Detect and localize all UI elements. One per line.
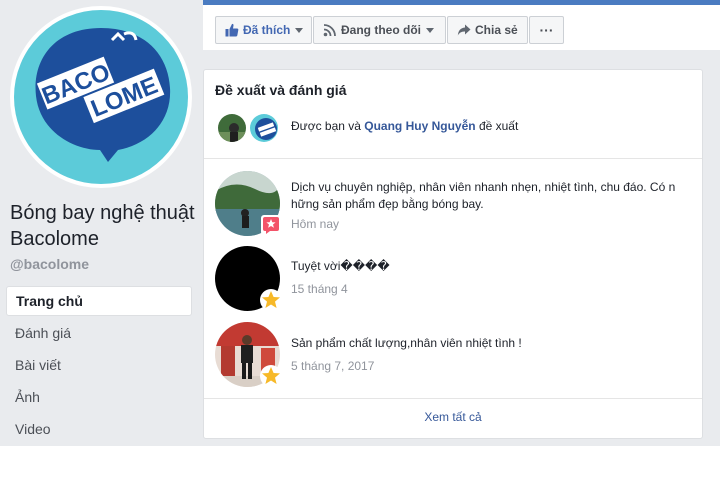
- rec-suffix: đề xuất: [475, 119, 519, 133]
- page-username: @bacolome: [10, 256, 90, 272]
- nav-item-posts[interactable]: Bài viết: [6, 350, 192, 382]
- share-arrow-icon: [457, 24, 471, 36]
- nav-item-videos[interactable]: Video: [6, 414, 192, 446]
- review-text: Tuyệt vời����: [291, 259, 390, 273]
- following-button-label: Đang theo dõi: [341, 23, 421, 37]
- review-date[interactable]: 15 tháng 4: [291, 282, 348, 296]
- more-options-icon: ···: [539, 22, 554, 38]
- nav-item-reviews[interactable]: Đánh giá: [6, 318, 192, 350]
- chevron-down-icon: [426, 27, 434, 33]
- page-mini-avatar[interactable]: [248, 112, 280, 144]
- following-button[interactable]: Đang theo dõi: [313, 16, 446, 44]
- bacolome-logo: BACO LOME: [14, 10, 188, 184]
- recommendations-card: Đề xuất và đánh giá Được bạn và Quang Hu…: [203, 69, 703, 439]
- star-badge-icon: [260, 289, 282, 311]
- share-button-label: Chia sẻ: [475, 23, 518, 37]
- rss-icon: [323, 24, 336, 37]
- sidebar-nav: Trang chủ Đánh giá Bài viết Ảnh Video: [6, 286, 192, 446]
- liked-button-label: Đã thích: [243, 23, 291, 37]
- see-all-link[interactable]: Xem tất cả: [204, 410, 702, 424]
- nav-item-home[interactable]: Trang chủ: [6, 286, 192, 316]
- recommended-by-row: Được bạn và Quang Huy Nguyễn đề xuất: [216, 110, 696, 146]
- page-profile-picture[interactable]: BACO LOME: [10, 6, 192, 188]
- star-badge-icon: [260, 365, 282, 387]
- friend-avatar[interactable]: [216, 112, 248, 144]
- share-button[interactable]: Chia sẻ: [447, 16, 528, 44]
- nav-item-photos[interactable]: Ảnh: [6, 382, 192, 414]
- divider: [204, 158, 702, 159]
- friend-name-link[interactable]: Quang Huy Nguyễn: [364, 119, 475, 133]
- recommend-badge-icon: [260, 214, 282, 236]
- chevron-down-icon: [295, 27, 304, 33]
- more-options-button[interactable]: ···: [529, 16, 564, 44]
- card-title: Đề xuất và đánh giá: [215, 82, 347, 98]
- review-text: Sản phẩm chất lượng,nhân viên nhiệt tình…: [291, 336, 522, 350]
- recommended-by-text: Được bạn và Quang Huy Nguyễn đề xuất: [291, 119, 518, 133]
- review-text: Dịch vụ chuyên nghiệp, nhân viên nhanh n…: [291, 180, 676, 211]
- divider: [204, 398, 702, 399]
- liked-button[interactable]: Đã thích: [215, 16, 312, 44]
- review-date[interactable]: 5 tháng 7, 2017: [291, 359, 374, 373]
- review-date[interactable]: Hôm nay: [291, 217, 339, 231]
- page-title: Bóng bay nghệ thuật Bacolome: [10, 202, 195, 250]
- rec-prefix: Được bạn và: [291, 119, 365, 133]
- thumbs-up-icon: [225, 23, 239, 37]
